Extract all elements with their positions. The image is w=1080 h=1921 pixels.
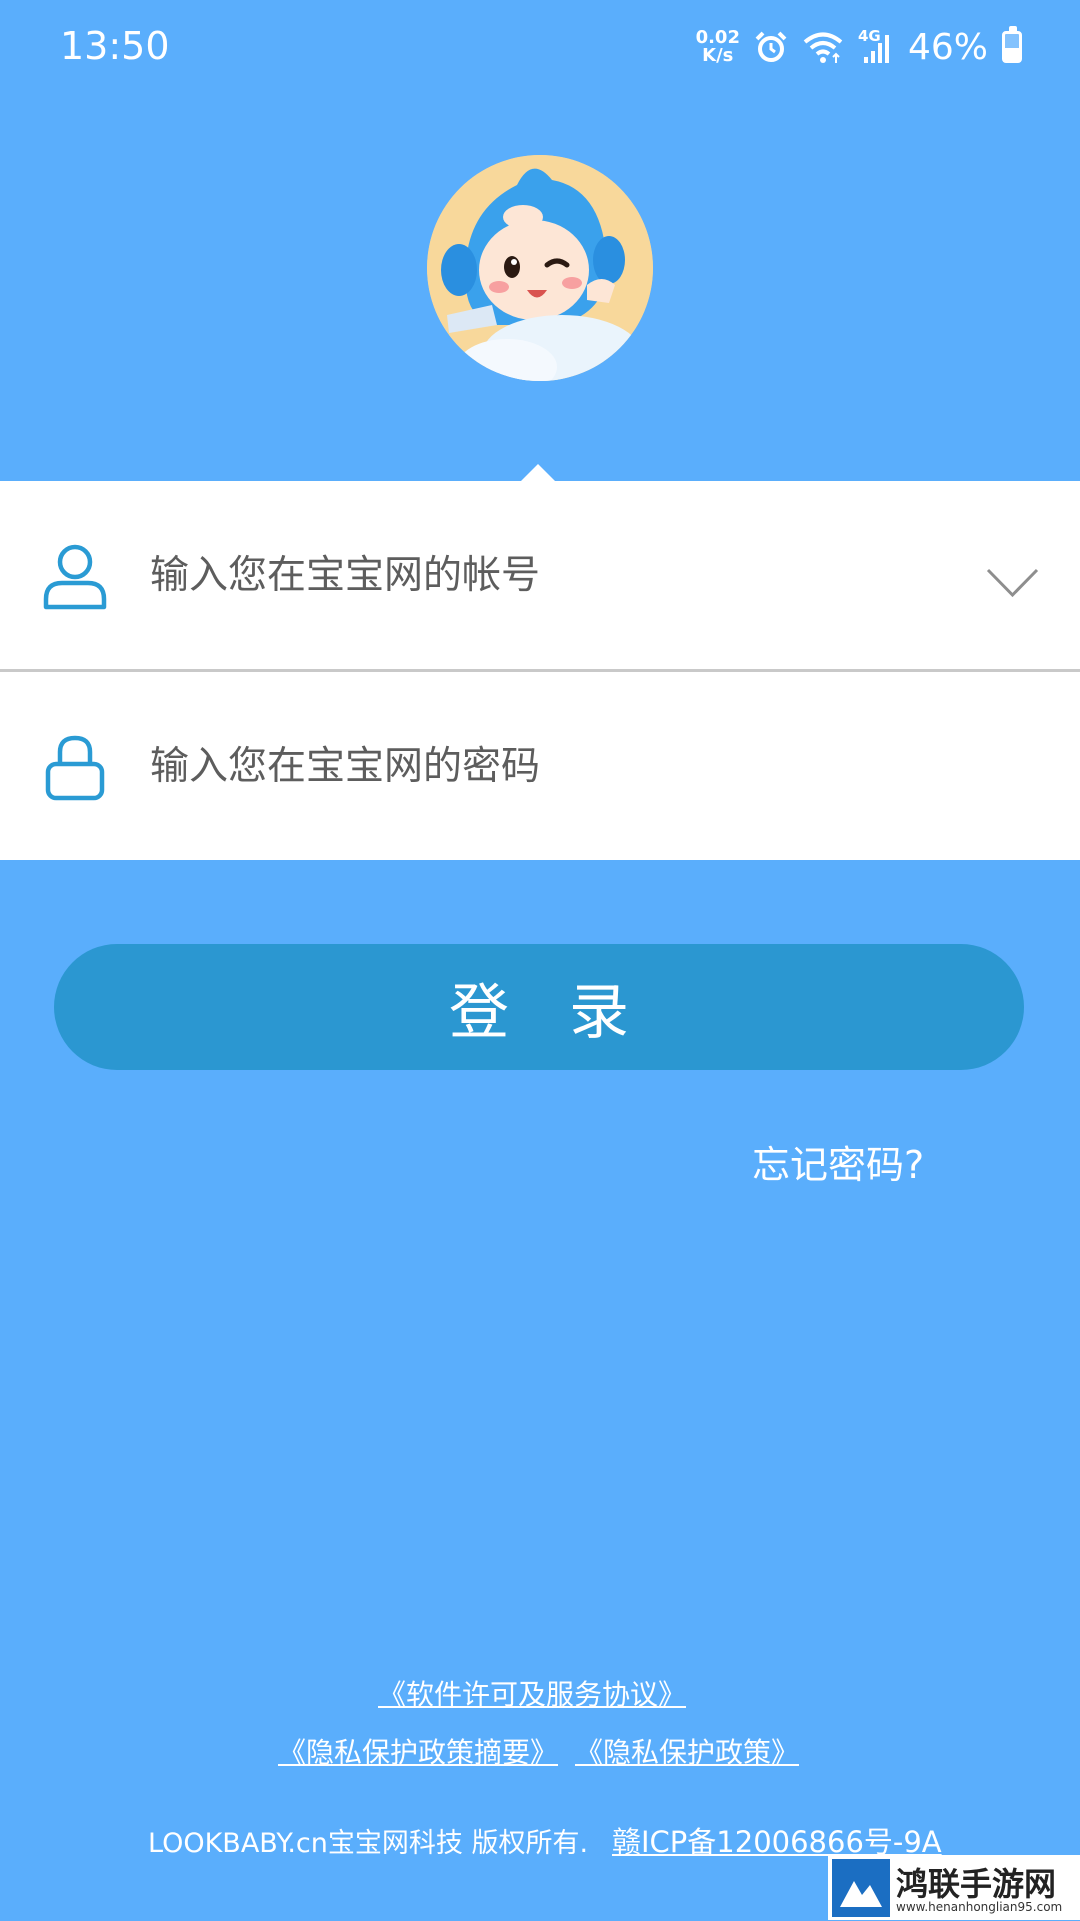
form-pointer xyxy=(520,464,556,482)
mascot-avatar xyxy=(427,155,653,381)
license-agreement-link[interactable]: 《软件许可及服务协议》 xyxy=(378,1673,686,1713)
network-speed: 0.02 K/s xyxy=(696,29,740,65)
account-field xyxy=(0,481,1080,669)
account-input[interactable] xyxy=(150,543,950,607)
privacy-policy-link[interactable]: 《隐私保护政策》 xyxy=(575,1731,799,1771)
login-button[interactable]: 登录 xyxy=(54,944,1024,1070)
status-time: 13:50 xyxy=(60,24,170,68)
mascot-illustration xyxy=(427,155,653,381)
watermark-logo-icon xyxy=(832,1859,890,1917)
battery-fill xyxy=(1005,48,1019,60)
watermark-name: 鸿联手游网 xyxy=(896,1865,1057,1903)
watermark: 鸿联手游网 www.henanhonglian95.com xyxy=(828,1855,1080,1920)
password-input[interactable] xyxy=(150,734,950,798)
lock-icon xyxy=(45,735,105,801)
status-icons: 0.02 K/s 4G 46% xyxy=(696,22,1022,72)
login-form xyxy=(0,481,1080,860)
chevron-down-icon[interactable] xyxy=(985,565,1040,600)
battery-icon xyxy=(1002,26,1022,63)
signal-icon xyxy=(863,35,889,63)
user-icon xyxy=(43,544,107,610)
password-field xyxy=(0,672,1080,860)
wifi-icon xyxy=(803,32,843,63)
copyright-text: LOOKBABY.cn宝宝网科技 版权所有. xyxy=(148,1828,589,1859)
signal-indicator: 4G xyxy=(858,27,894,65)
network-speed-unit: K/s xyxy=(702,45,734,66)
forgot-password-link[interactable]: 忘记密码? xyxy=(752,1134,924,1189)
alarm-icon xyxy=(755,31,787,62)
watermark-url: www.henanhonglian95.com xyxy=(896,1900,1063,1914)
status-bar: 13:50 0.02 K/s 4G 46% xyxy=(0,0,1080,100)
privacy-summary-link[interactable]: 《隐私保护政策摘要》 xyxy=(278,1731,558,1771)
battery-percent: 46% xyxy=(907,26,988,68)
